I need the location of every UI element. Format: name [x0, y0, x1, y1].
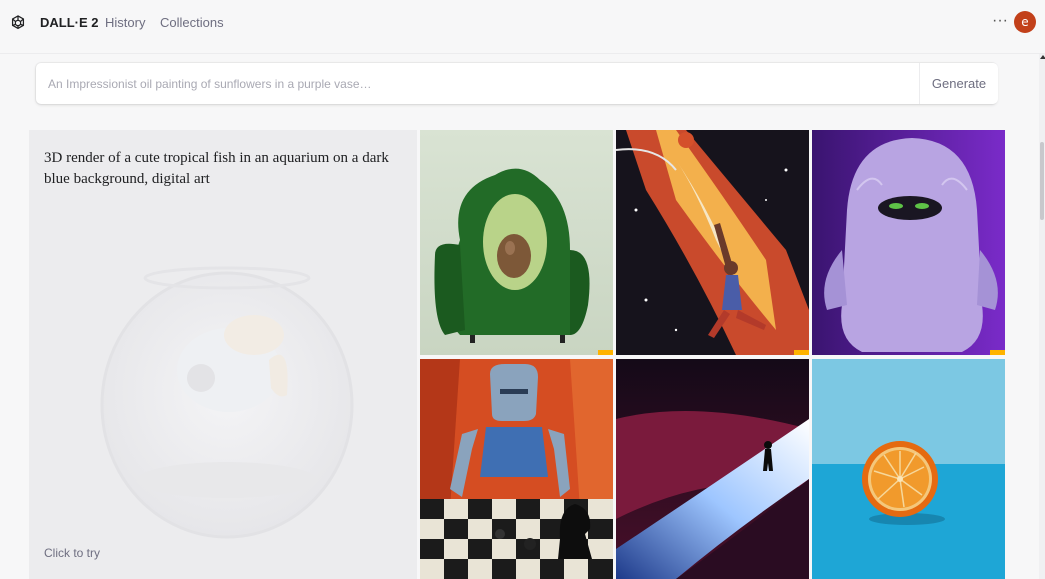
avocado-chair-image: [420, 130, 613, 355]
nav-collections-link[interactable]: Collections: [160, 15, 224, 30]
gallery-tile-space-basketball[interactable]: [616, 130, 809, 355]
gallery-tile-light-dunes[interactable]: [616, 359, 809, 579]
more-horizontal-icon[interactable]: ···: [992, 12, 1008, 30]
featured-prompt-text: 3D render of a cute tropical fish in an …: [44, 150, 389, 187]
click-to-try-link[interactable]: Click to try: [44, 546, 100, 560]
gallery-tile-robot-chess[interactable]: [420, 359, 613, 579]
fishbowl-illustration: [100, 266, 354, 539]
light-dunes-image: [616, 359, 809, 579]
nav-history-link[interactable]: History: [105, 15, 145, 30]
openai-logo-icon[interactable]: [8, 13, 28, 33]
generate-button[interactable]: Generate: [919, 63, 998, 104]
scroll-up-arrow-icon[interactable]: [1040, 55, 1045, 59]
gallery-tile-orange-half[interactable]: [812, 359, 1005, 579]
robot-chess-image: [420, 359, 613, 579]
space-basketball-image: [616, 130, 809, 355]
prompt-input[interactable]: [36, 63, 906, 104]
prompt-bar: Generate: [36, 63, 998, 104]
scrollbar-thumb[interactable]: [1040, 142, 1044, 220]
gallery-tile-purple-monster[interactable]: [812, 130, 1005, 355]
avatar[interactable]: e: [1014, 11, 1036, 33]
orange-half-image: [812, 359, 1005, 579]
top-bar: DALL·E 2 History Collections ··· e: [0, 0, 1045, 54]
purple-monster-image: [812, 130, 1005, 355]
featured-example-card[interactable]: 3D render of a cute tropical fish in an …: [29, 130, 417, 579]
gallery-tile-avocado-chair[interactable]: [420, 130, 613, 355]
brand-title[interactable]: DALL·E 2: [40, 15, 99, 30]
scrollbar-track[interactable]: [1039, 54, 1045, 579]
